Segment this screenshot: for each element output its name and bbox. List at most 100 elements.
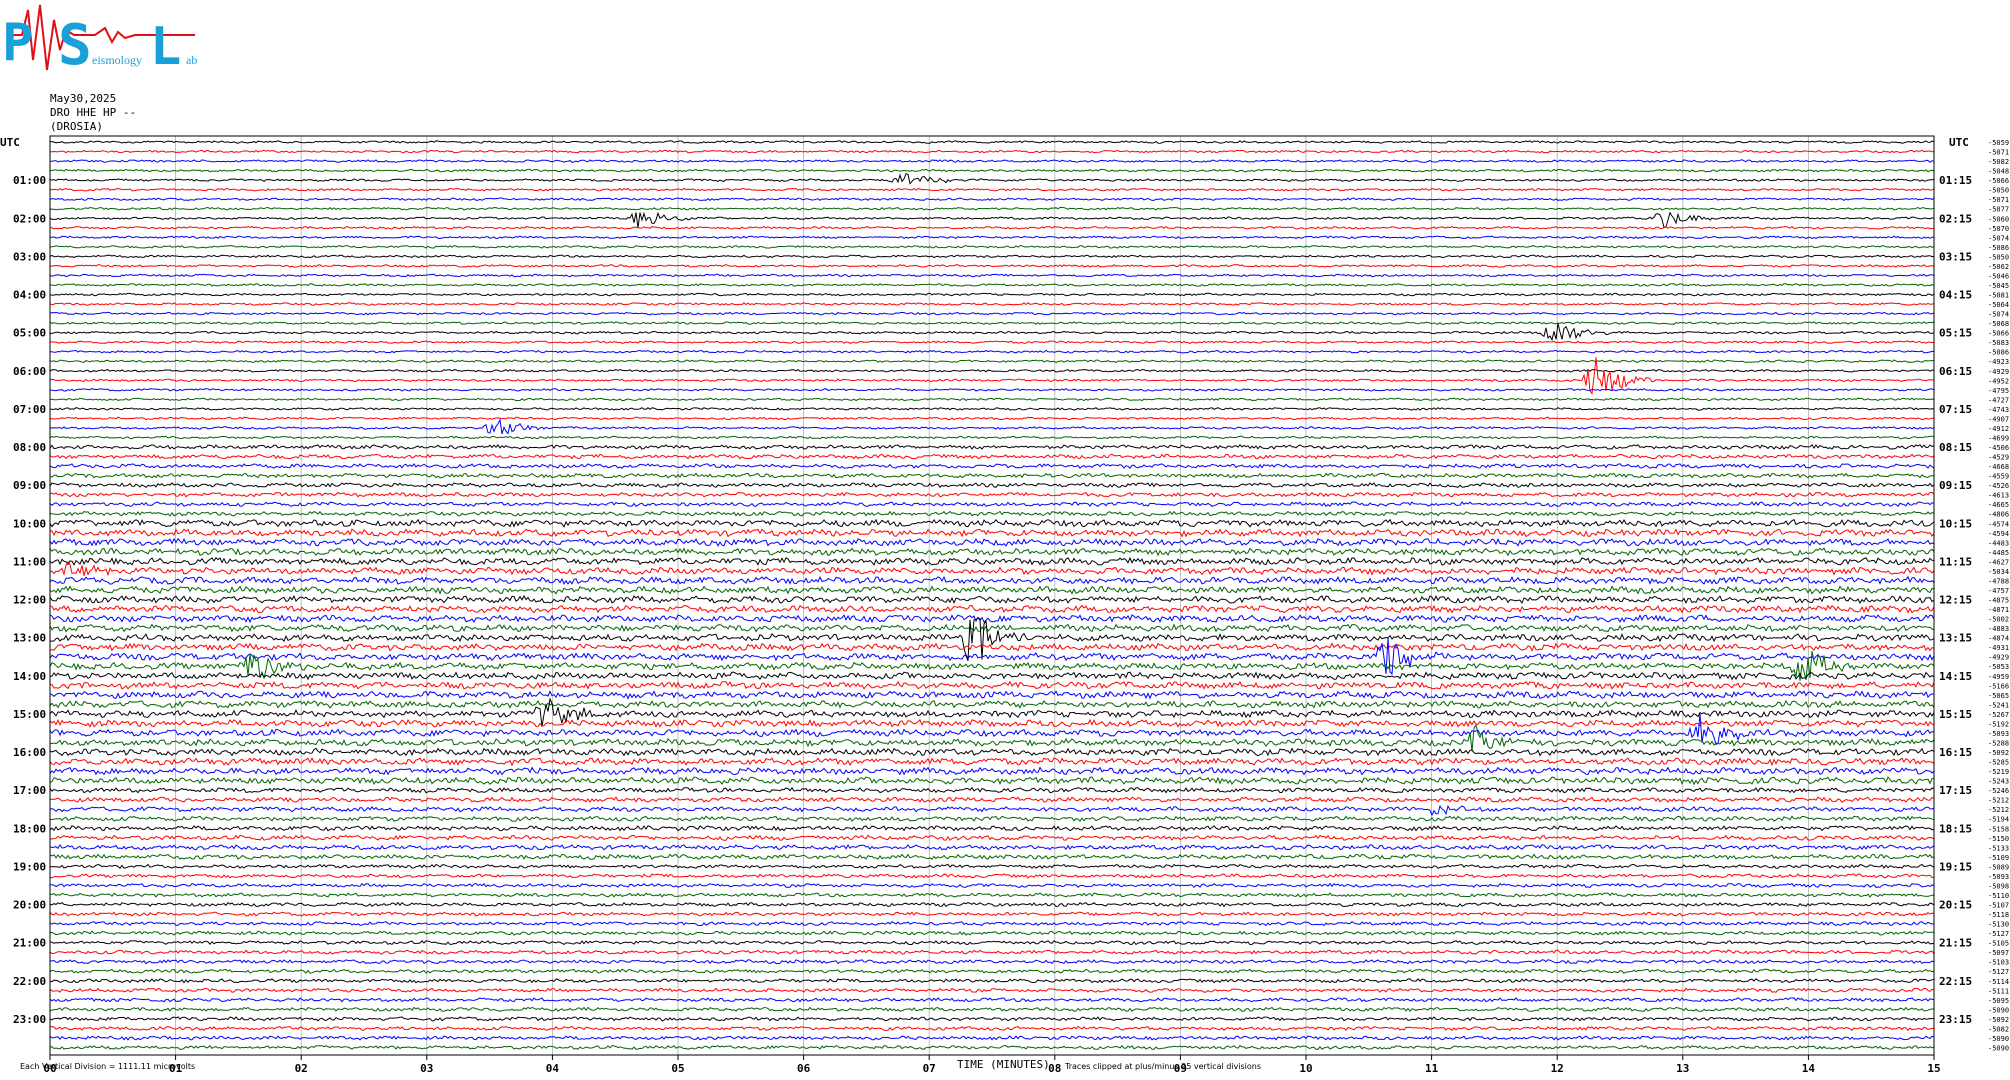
seismic-trace xyxy=(49,510,1935,517)
seismic-trace xyxy=(50,235,1935,240)
right-hour-label: 17:15 xyxy=(1939,784,1972,797)
seismic-trace xyxy=(50,930,1935,936)
trace-offset-label: -5081 xyxy=(1988,292,2009,300)
trace-offset-labels: -5059-5071-5082-5048-5066-5050-5071-5077… xyxy=(1988,139,2009,1052)
right-hour-label: 15:15 xyxy=(1939,708,1972,721)
trace-offset-label: -4574 xyxy=(1988,520,2009,528)
left-hour-label: 06:00 xyxy=(13,365,46,378)
trace-offset-label: -5110 xyxy=(1988,892,2009,900)
trace-offset-label: -4506 xyxy=(1988,444,2009,452)
seismic-trace xyxy=(49,340,1935,344)
seismic-trace xyxy=(49,518,1935,528)
seismic-trace xyxy=(49,713,1935,746)
left-hour-label: 12:00 xyxy=(13,594,46,607)
seismic-trace xyxy=(49,987,1935,993)
seismic-trace xyxy=(49,416,1935,421)
seismic-trace xyxy=(49,614,1935,624)
trace-offset-label: -4757 xyxy=(1988,587,2009,595)
trace-offset-label: -5127 xyxy=(1988,930,2009,938)
trace-offset-label: -5090 xyxy=(1988,1006,2009,1014)
left-hour-label: 08:00 xyxy=(13,441,46,454)
seismic-trace xyxy=(49,211,1935,229)
trace-offset-label: -5093 xyxy=(1988,873,2009,881)
trace-offset-label: -5064 xyxy=(1988,301,2009,309)
trace-offset-label: -4931 xyxy=(1988,644,2009,652)
left-hour-label: 13:00 xyxy=(13,632,46,645)
seismic-trace xyxy=(49,206,1935,211)
seismic-trace xyxy=(49,766,1935,776)
left-hour-label: 14:00 xyxy=(13,670,46,683)
trace-offset-label: -5059 xyxy=(1988,139,2009,147)
seismic-trace xyxy=(49,283,1935,287)
x-tick-label: 12 xyxy=(1551,1062,1564,1075)
trace-offset-label: -5071 xyxy=(1988,149,2009,157)
seismic-trace xyxy=(49,940,1935,946)
seismic-trace xyxy=(49,873,1935,879)
trace-offset-label: -5086 xyxy=(1988,349,2009,357)
seismic-trace xyxy=(49,397,1935,402)
seismic-trace xyxy=(49,1006,1934,1013)
trace-offset-label: -5111 xyxy=(1988,987,2009,995)
x-tick-label: 06 xyxy=(797,1062,811,1075)
trace-offset-label: -4883 xyxy=(1988,625,2009,633)
seismic-trace xyxy=(50,387,1935,392)
x-axis-title: TIME (MINUTES) xyxy=(957,1058,1050,1071)
trace-offset-label: -5083 xyxy=(1988,339,2009,347)
seismic-trace xyxy=(49,173,1935,185)
left-hour-label: 22:00 xyxy=(13,975,46,988)
trace-offset-label: -5127 xyxy=(1988,968,2009,976)
trace-offset-label: -5093 xyxy=(1988,730,2009,738)
left-hour-label: 04:00 xyxy=(13,289,46,302)
trace-offset-label: -5060 xyxy=(1988,215,2009,223)
seismic-trace xyxy=(49,547,1935,557)
seismic-trace xyxy=(49,149,1935,154)
trace-offset-label: -5066 xyxy=(1988,330,2009,338)
trace-offset-label: -5090 xyxy=(1988,1044,2009,1052)
trace-offset-label: -5053 xyxy=(1988,663,2009,671)
right-hour-label: 14:15 xyxy=(1939,670,1972,683)
seismic-trace xyxy=(49,1044,1935,1051)
trace-offset-label: -5267 xyxy=(1988,711,2009,719)
right-hour-label: 06:15 xyxy=(1939,365,1972,378)
helicorder-plot: 00 01 02 03 04 05 06 07 08 09 10 11 12 13 14 15 01:0002… xyxy=(0,135,2009,1075)
trace-offset-label: -4559 xyxy=(1988,473,2009,481)
traces xyxy=(49,140,1935,1051)
seismic-trace xyxy=(49,482,1935,489)
right-hour-label: 22:15 xyxy=(1939,975,1972,988)
trace-offset-label: -5192 xyxy=(1988,720,2009,728)
trace-offset-label: -5107 xyxy=(1988,902,2009,910)
trace-offset-label: -5082 xyxy=(1988,158,2009,166)
trace-offset-label: -4959 xyxy=(1988,673,2009,681)
seismic-trace xyxy=(49,472,1935,479)
trace-offset-label: -4907 xyxy=(1988,415,2009,423)
seismic-trace xyxy=(49,197,1935,202)
x-tick-label: 03 xyxy=(420,1062,433,1075)
seismic-trace xyxy=(49,949,1935,955)
seismic-trace xyxy=(49,815,1935,822)
seismic-trace xyxy=(49,321,1935,325)
seismic-trace xyxy=(49,997,1934,1003)
utc-right-label: UTC xyxy=(1949,136,1969,149)
trace-offset-label: -5074 xyxy=(1988,311,2009,319)
right-hour-label: 19:15 xyxy=(1939,860,1972,873)
right-hour-label: 23:15 xyxy=(1939,1013,1972,1026)
right-hour-label: 12:15 xyxy=(1939,594,1972,607)
x-tick-label: 05 xyxy=(671,1062,684,1075)
seismic-trace xyxy=(49,911,1935,917)
right-hour-label: 04:15 xyxy=(1939,289,1972,302)
trace-offset-label: -5002 xyxy=(1988,616,2009,624)
x-tick-label: 11 xyxy=(1425,1062,1439,1075)
trace-offset-label: -4727 xyxy=(1988,396,2009,404)
trace-offset-label: -5109 xyxy=(1988,854,2009,862)
trace-offset-label: -4874 xyxy=(1988,635,2009,643)
seismic-trace xyxy=(49,349,1935,354)
trace-offset-label: -5074 xyxy=(1988,234,2009,242)
right-hour-label: 18:15 xyxy=(1939,822,1972,835)
seismic-trace xyxy=(49,368,1935,373)
seismic-trace xyxy=(49,747,1935,757)
trace-offset-label: -4485 xyxy=(1988,549,2009,557)
trace-offset-label: -4699 xyxy=(1988,434,2009,442)
left-hour-label: 11:00 xyxy=(13,555,46,568)
seismic-trace xyxy=(49,1016,1935,1022)
x-tick-label: 14 xyxy=(1802,1062,1816,1075)
